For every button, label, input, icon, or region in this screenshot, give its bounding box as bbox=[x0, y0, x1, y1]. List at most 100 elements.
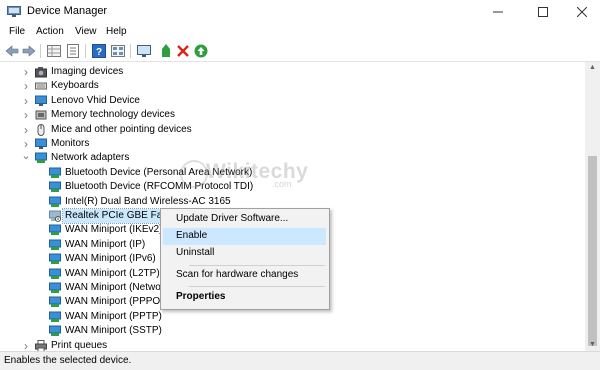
network-adapter-icon bbox=[49, 268, 61, 280]
menu-help[interactable]: Help bbox=[106, 26, 127, 37]
network-adapter-icon bbox=[49, 167, 61, 179]
uninstall-x-icon[interactable] bbox=[175, 43, 191, 59]
status-bar: Enables the selected device. bbox=[0, 351, 600, 370]
network-adapter-disabled-icon bbox=[49, 210, 61, 222]
menu-update-driver[interactable]: Update Driver Software... bbox=[163, 211, 326, 228]
tree-device-row[interactable]: WAN Miniport (PPTP) bbox=[0, 310, 584, 324]
network-adapter-icon bbox=[35, 152, 47, 164]
toolbar-separator bbox=[130, 44, 131, 58]
chevron-right-icon[interactable]: › bbox=[21, 138, 31, 150]
menu-view[interactable]: View bbox=[75, 26, 97, 37]
monitor-icon bbox=[35, 95, 47, 107]
menu-bar: File Action View Help bbox=[0, 24, 600, 41]
tree-item-label: WAN Miniport (IP) bbox=[65, 238, 146, 250]
status-text: Enables the selected device. bbox=[4, 355, 132, 366]
tree-category-row[interactable]: › Print queues bbox=[0, 339, 584, 351]
chevron-right-icon[interactable]: › bbox=[21, 109, 31, 121]
watermark-text: Wikitechy bbox=[206, 160, 309, 183]
monitor-icon[interactable] bbox=[136, 43, 152, 59]
network-adapter-icon bbox=[49, 224, 61, 236]
watermark-suffix: .com bbox=[272, 179, 292, 189]
chevron-right-icon[interactable]: › bbox=[21, 124, 31, 136]
keyboard-icon bbox=[35, 80, 47, 92]
tree-category-row[interactable]: › Imaging devices bbox=[0, 65, 584, 79]
network-adapter-icon bbox=[49, 296, 61, 308]
tree-category-row[interactable]: › Keyboards bbox=[0, 79, 584, 93]
title-bar: Device Manager bbox=[0, 0, 600, 24]
update-driver-icon[interactable] bbox=[158, 43, 174, 59]
network-adapter-icon bbox=[49, 253, 61, 265]
watermark-logo-icon bbox=[180, 160, 208, 188]
maximize-button[interactable] bbox=[523, 0, 563, 24]
toolbar: ? bbox=[0, 41, 600, 62]
network-adapter-icon bbox=[49, 181, 61, 193]
network-adapter-icon bbox=[49, 282, 61, 294]
watermark: Wikitechy .com bbox=[180, 160, 320, 189]
forward-arrow-icon[interactable] bbox=[21, 43, 37, 59]
menu-properties[interactable]: Properties bbox=[163, 289, 326, 306]
tree-device-row[interactable]: Intel(R) Dual Band Wireless-AC 3165 bbox=[0, 195, 584, 209]
monitor-icon bbox=[35, 138, 47, 150]
vertical-scrollbar[interactable]: ▲ ▼ bbox=[585, 62, 600, 351]
enable-device-icon[interactable] bbox=[193, 43, 209, 59]
chevron-down-icon[interactable]: ⌄ bbox=[21, 151, 31, 164]
tree-item-label: Keyboards bbox=[51, 80, 99, 92]
scroll-down-arrow[interactable]: ▼ bbox=[585, 339, 600, 351]
network-adapter-icon bbox=[49, 196, 61, 208]
tree-item-label: Mice and other pointing devices bbox=[51, 123, 192, 135]
tree-item-label: Monitors bbox=[51, 138, 90, 149]
menu-item-label: Update Driver Software... bbox=[176, 213, 289, 224]
menu-uninstall[interactable]: Uninstall bbox=[163, 245, 326, 262]
tree-category-row[interactable]: › Mice and other pointing devices bbox=[0, 123, 584, 137]
tree-item-label: WAN Miniport (IKEv2) bbox=[65, 224, 163, 236]
tree-device-row[interactable]: WAN Miniport (SSTP) bbox=[0, 324, 584, 338]
printer-icon bbox=[35, 339, 47, 351]
device-grid-icon[interactable] bbox=[46, 43, 62, 59]
network-adapter-icon bbox=[49, 311, 61, 323]
tree-item-label: WAN Miniport (PPPOE) bbox=[65, 296, 171, 308]
tree-item-label: WAN Miniport (IPv6) bbox=[65, 253, 156, 265]
network-adapter-icon bbox=[49, 325, 61, 337]
help-icon[interactable]: ? bbox=[91, 43, 107, 59]
menu-file[interactable]: File bbox=[9, 26, 25, 37]
menu-separator bbox=[189, 265, 325, 266]
close-button[interactable] bbox=[562, 0, 600, 24]
tree-item-label: WAN Miniport (SSTP) bbox=[65, 325, 162, 337]
list-view-icon[interactable] bbox=[110, 43, 126, 59]
scroll-up-arrow[interactable]: ▲ bbox=[585, 62, 600, 74]
toolbar-separator bbox=[85, 44, 86, 58]
chevron-right-icon[interactable]: › bbox=[21, 340, 31, 351]
menu-scan-hardware[interactable]: Scan for hardware changes bbox=[163, 267, 326, 284]
tree-item-label: Memory technology devices bbox=[51, 109, 175, 121]
menu-item-label: Enable bbox=[176, 230, 208, 241]
device-manager-window: Device Manager File Action View Help ? ›… bbox=[0, 0, 600, 370]
tree-category-row[interactable]: › Lenovo Vhid Device bbox=[0, 94, 584, 108]
menu-action[interactable]: Action bbox=[36, 26, 64, 37]
properties-sheet-icon[interactable] bbox=[65, 43, 81, 59]
tree-category-row[interactable]: › Monitors bbox=[0, 137, 584, 151]
tree-item-label: WAN Miniport (L2TP) bbox=[65, 267, 160, 279]
tree-category-row[interactable]: › Memory technology devices bbox=[0, 108, 584, 122]
mouse-icon bbox=[35, 123, 47, 136]
camera-icon bbox=[35, 66, 47, 78]
device-manager-app-icon bbox=[7, 6, 21, 17]
chevron-right-icon[interactable]: › bbox=[21, 95, 31, 107]
menu-item-label: Uninstall bbox=[176, 247, 215, 258]
svg-text:?: ? bbox=[96, 47, 102, 58]
tree-item-label: Network adapters bbox=[51, 152, 130, 164]
scrollbar-thumb[interactable] bbox=[588, 156, 597, 346]
memory-icon bbox=[35, 109, 47, 121]
chevron-right-icon[interactable]: › bbox=[21, 80, 31, 92]
network-adapter-icon bbox=[49, 239, 61, 251]
menu-item-label: Scan for hardware changes bbox=[176, 269, 299, 280]
tree-item-label: Intel(R) Dual Band Wireless-AC 3165 bbox=[65, 195, 231, 207]
menu-item-label: Properties bbox=[176, 291, 226, 302]
back-arrow-icon[interactable] bbox=[4, 43, 20, 59]
chevron-right-icon[interactable]: › bbox=[21, 66, 31, 78]
tree-item-label: Print queues bbox=[51, 339, 108, 351]
minimize-button[interactable] bbox=[478, 0, 518, 24]
tree-item-label: WAN Miniport (PPTP) bbox=[65, 310, 162, 322]
menu-enable[interactable]: Enable bbox=[163, 228, 326, 245]
context-menu: Update Driver Software... Enable Uninsta… bbox=[160, 208, 330, 310]
menu-separator bbox=[189, 286, 325, 287]
